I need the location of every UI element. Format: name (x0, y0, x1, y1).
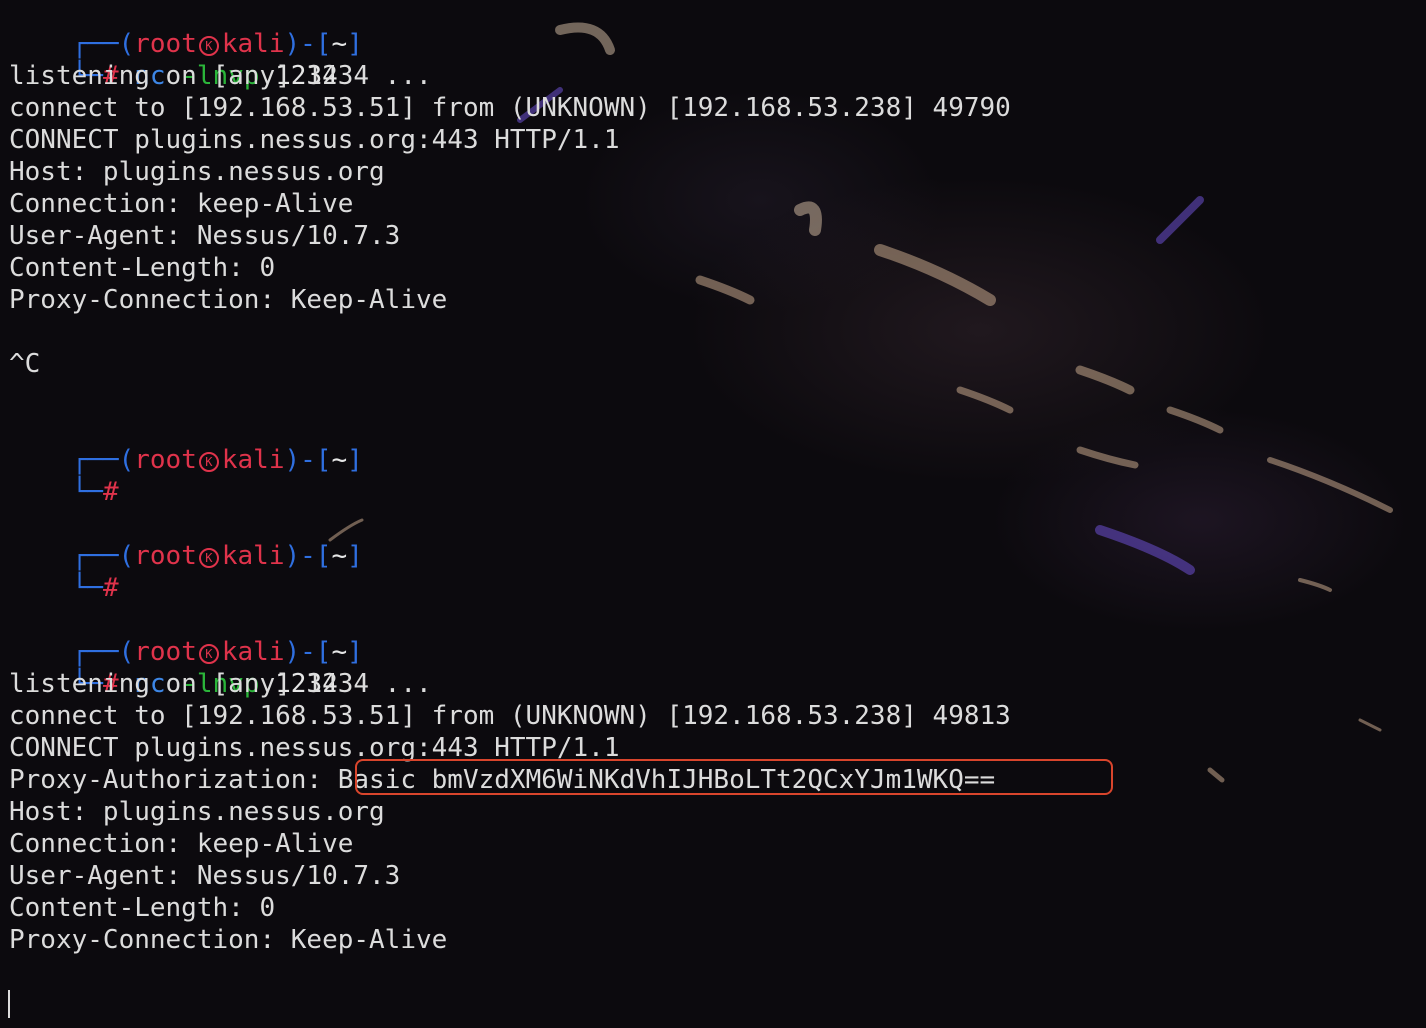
output-line: User-Agent: Nessus/10.7.3 (9, 221, 401, 251)
command-line-2: └─# (9, 444, 119, 507)
command-line-3: └─# (9, 540, 119, 603)
output-line: connect to [192.168.53.51] from (UNKNOWN… (9, 701, 1011, 731)
output-line: User-Agent: Nessus/10.7.3 (9, 861, 401, 891)
terminal-window[interactable]: ┌──(root Kkali)-[~] └─# nc -lnvp 1234 lis… (9, 0, 1419, 1028)
proxy-auth-label: Proxy-Authorization: (9, 765, 338, 795)
interrupt-line: ^C (9, 349, 41, 379)
output-line: listening on [any] 1234 ... (9, 61, 432, 91)
prompt-host: kali (221, 541, 285, 571)
output-line: Connection: keep-Alive (9, 189, 354, 219)
prompt-dir: ~ (331, 541, 348, 571)
highlight-box (355, 759, 1113, 795)
prompt-hash: # (102, 477, 119, 507)
prompt-corner: └─ (71, 573, 103, 603)
prompt-line-1: ┌──(root Kkali)-[~] (71, 29, 363, 59)
text-cursor (8, 990, 10, 1018)
kali-icon: K (198, 548, 219, 568)
prompt-line-4: ┌──(root Kkali)-[~] (71, 637, 363, 667)
prompt-line-3: ┌──(root Kkali)-[~] (71, 541, 363, 571)
output-line: listening on [any] 1234 ... (9, 669, 432, 699)
prompt-hash: # (102, 573, 119, 603)
output-line: connect to [192.168.53.51] from (UNKNOWN… (9, 93, 1011, 123)
command-line-4: └─# nc -lnvp 1234 (9, 636, 338, 699)
prompt-dir: ~ (331, 445, 348, 475)
kali-icon: K (198, 452, 219, 472)
output-line: Host: plugins.nessus.org (9, 797, 385, 827)
output-line: Content-Length: 0 (9, 893, 276, 923)
prompt-host: kali (221, 445, 285, 475)
output-line: Connection: keep-Alive (9, 829, 354, 859)
prompt-line-2: ┌──(root Kkali)-[~] (71, 445, 363, 475)
output-line: Content-Length: 0 (9, 253, 276, 283)
output-line: Host: plugins.nessus.org (9, 157, 385, 187)
output-line: Proxy-Connection: Keep-Alive (9, 925, 448, 955)
output-line: CONNECT plugins.nessus.org:443 HTTP/1.1 (9, 125, 620, 155)
output-line: Proxy-Connection: Keep-Alive (9, 285, 448, 315)
prompt-user: root (134, 541, 197, 571)
command-line-1: └─# nc -lnvp 1234 (9, 28, 338, 91)
prompt-corner: └─ (71, 477, 103, 507)
prompt-user: root (134, 445, 197, 475)
